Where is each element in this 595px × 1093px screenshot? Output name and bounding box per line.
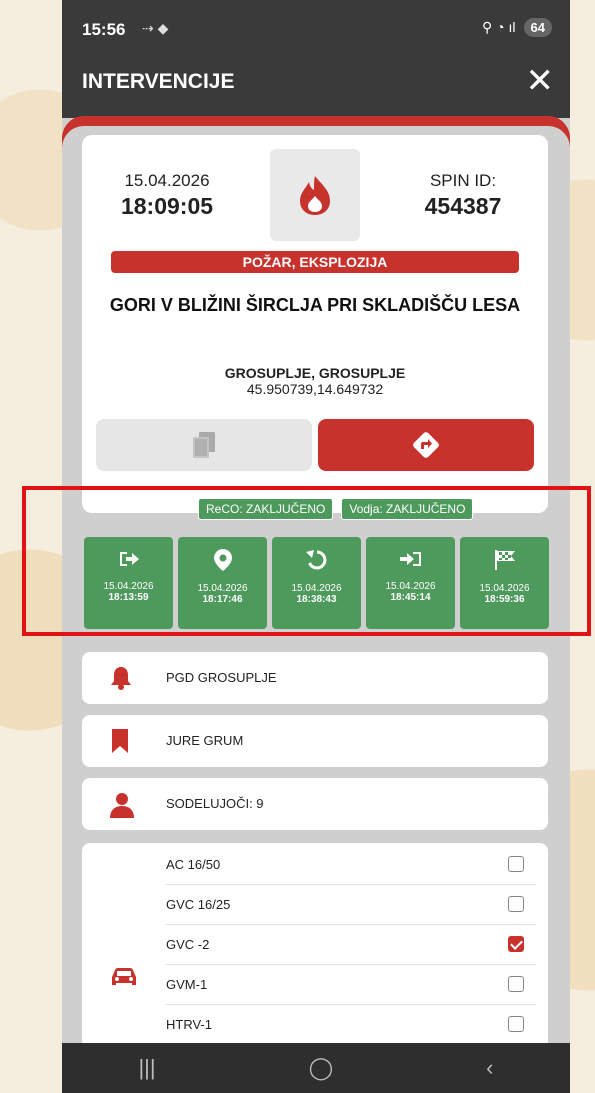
app-header: INTERVENCIJE ✕ — [62, 60, 570, 118]
bookmark-icon — [112, 729, 128, 753]
vehicle-row[interactable]: HTRV-1 — [166, 1005, 536, 1045]
vehicle-row[interactable]: AC 16/50 — [166, 845, 536, 885]
vehicle-name: GVC 16/25 — [166, 897, 231, 912]
tile-date: 15.04.2026 — [197, 583, 248, 594]
vehicles-card: AC 16/50 GVC 16/25 GVC -2 GVM-1 HTRV-1 — [82, 843, 548, 1053]
status-tile-finished[interactable]: 15.04.2026 18:59:36 — [460, 537, 549, 629]
status-tile-return[interactable]: 15.04.2026 18:38:43 — [272, 537, 361, 629]
vehicle-checkbox[interactable] — [508, 856, 524, 872]
vehicle-row[interactable]: GVM-1 — [166, 965, 536, 1005]
vehicle-row[interactable]: GVC 16/25 — [166, 885, 536, 925]
tile-time: 18:38:43 — [296, 594, 337, 605]
status-badges: ReCO: ZAKLJUČENO Vodja: ZAKLJUČENO — [198, 498, 474, 520]
person-icon — [110, 793, 134, 818]
status-tile-arrival[interactable]: 15.04.2026 18:17:46 — [178, 537, 267, 629]
spin-block: SPIN ID: 454387 — [378, 171, 548, 220]
bell-icon — [111, 667, 131, 690]
leader-status-badge: Vodja: ZAKLJUČENO — [341, 498, 474, 520]
leader-name: JURE GRUM — [166, 733, 244, 748]
event-location: GROSUPLJE, GROSUPLJE 45.950739,14.649732 — [82, 365, 548, 397]
page-title: INTERVENCIJE — [82, 70, 235, 93]
tile-date: 15.04.2026 — [385, 581, 436, 592]
status-timeline: 15.04.2026 18:13:59 15.04.2026 18:17:46 … — [84, 537, 550, 629]
location-pin-icon — [213, 549, 232, 571]
unit-card[interactable]: PGD GROSUPLJE — [82, 652, 548, 704]
intervention-card: 15.04.2026 18:09:05 SPIN ID: 454387 POŽA… — [82, 135, 548, 513]
tile-date: 15.04.2026 — [479, 583, 530, 594]
spin-id: 454387 — [424, 193, 502, 219]
vehicle-name: GVM-1 — [166, 977, 208, 992]
vehicle-name: GVC -2 — [166, 937, 210, 952]
participants-card[interactable]: SODELUJOČI: 9 — [82, 778, 548, 830]
event-time: 18:09:05 — [120, 193, 214, 219]
tile-time: 18:45:14 — [390, 592, 431, 603]
vehicle-name: AC 16/50 — [166, 857, 221, 872]
car-icon — [112, 968, 136, 985]
battery-icon: 64 — [523, 18, 552, 37]
tile-time: 18:13:59 — [108, 592, 149, 603]
tile-date: 15.04.2026 — [291, 583, 342, 594]
event-type-badge: POŽAR, EKSPLOZIJA — [111, 251, 519, 273]
status-tile-departure[interactable]: 15.04.2026 18:13:59 — [84, 537, 173, 629]
system-navbar: ||| ◯ ‹ — [62, 1043, 570, 1093]
status-bar: 15:56 ⇢ ◆ ⚲ ◔ ıl 64 — [62, 0, 570, 60]
copy-button[interactable] — [96, 419, 312, 471]
close-icon[interactable]: ✕ — [526, 64, 555, 98]
return-icon — [305, 550, 326, 570]
tile-time: 18:59:36 — [484, 594, 525, 605]
event-datetime: 15.04.2026 18:09:05 — [82, 171, 252, 220]
tile-date: 15.04.2026 — [103, 581, 154, 592]
location-coordinates: 45.950739,14.649732 — [246, 381, 384, 397]
tile-time: 18:17:46 — [202, 594, 243, 605]
vehicle-checkbox[interactable] — [508, 896, 524, 912]
navigate-button[interactable] — [318, 419, 534, 471]
status-right: ⚲ ◔ ıl 64 — [482, 18, 552, 37]
connectivity-icons: ⚲ ◔ ıl — [482, 19, 516, 35]
status-time: 15:56 — [82, 20, 126, 39]
location-name: GROSUPLJE, GROSUPLJE — [224, 365, 406, 381]
participants-count: SODELUJOČI: 9 — [166, 796, 264, 811]
vehicle-checkbox[interactable] — [508, 976, 524, 992]
vehicle-row[interactable]: GVC -2 — [166, 925, 536, 965]
exit-icon — [119, 552, 139, 566]
vehicle-checkbox[interactable] — [508, 1016, 524, 1032]
finish-flag-icon — [494, 550, 515, 570]
copy-icon — [193, 432, 215, 458]
event-date: 15.04.2026 — [124, 171, 210, 190]
home-icon[interactable]: ◯ — [309, 1055, 334, 1081]
enter-icon — [399, 552, 421, 566]
reco-status-badge: ReCO: ZAKLJUČENO — [198, 498, 334, 520]
spin-label: SPIN ID: — [429, 171, 497, 190]
vehicle-name: HTRV-1 — [166, 1017, 212, 1032]
recent-apps-icon[interactable]: ||| — [138, 1055, 155, 1081]
vehicle-checkbox-checked[interactable] — [508, 936, 524, 952]
status-tile-back-at-base[interactable]: 15.04.2026 18:45:14 — [366, 537, 455, 629]
directions-icon — [413, 432, 439, 458]
back-icon[interactable]: ‹ — [486, 1055, 493, 1081]
unit-name: PGD GROSUPLJE — [166, 670, 277, 685]
status-signal-icons: ⇢ ◆ — [142, 20, 169, 36]
leader-card[interactable]: JURE GRUM — [82, 715, 548, 767]
event-title: GORI V BLIŽINI ŠIRCLJA PRI SKLADIŠČU LES… — [109, 295, 521, 315]
fire-icon — [270, 149, 360, 241]
